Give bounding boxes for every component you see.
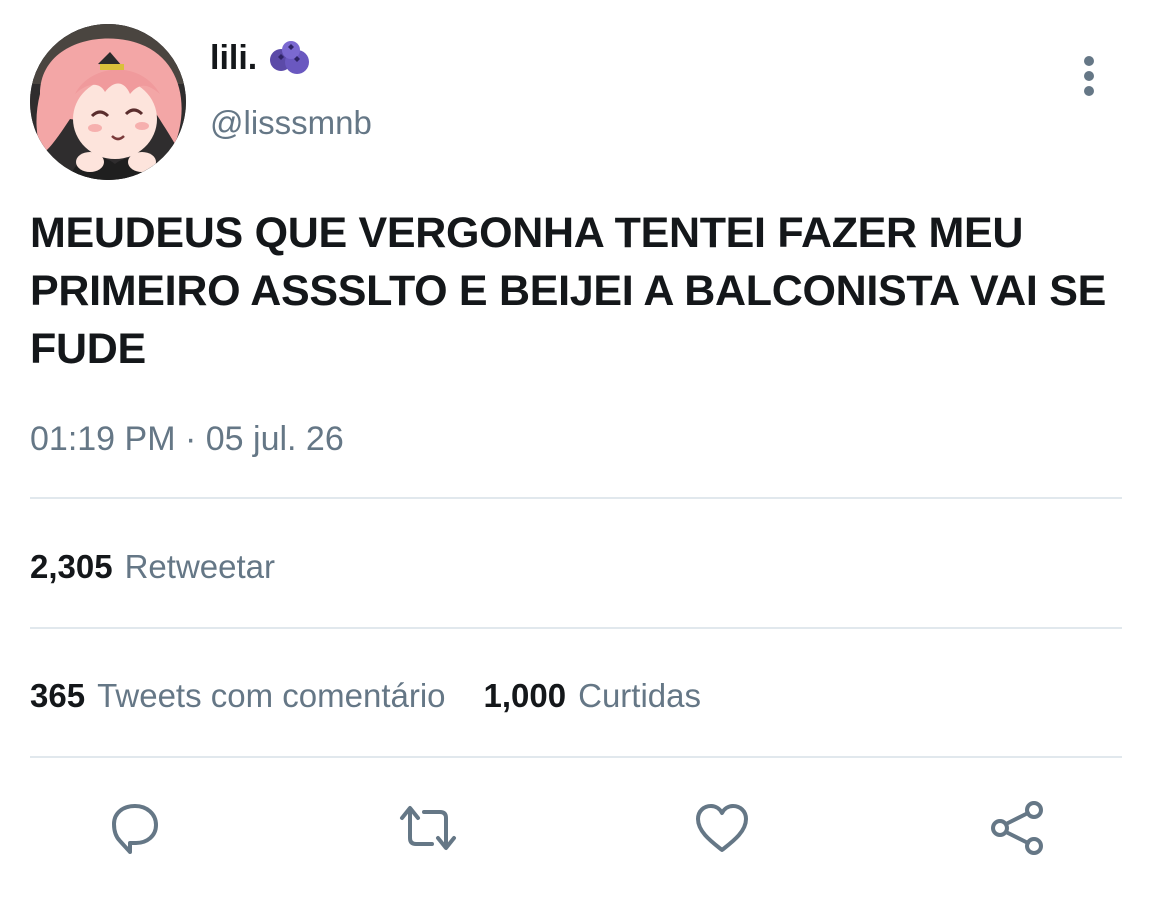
retweet-count: 2,305 — [30, 548, 113, 585]
divider — [30, 756, 1122, 758]
like-button[interactable] — [690, 796, 754, 860]
like-icon — [696, 804, 748, 852]
divider — [30, 627, 1122, 629]
dot-icon — [1084, 86, 1094, 96]
user-handle[interactable]: @lisssmnb — [210, 104, 372, 142]
dot-icon — [1084, 71, 1094, 81]
retweet-count-link[interactable]: 2,305 Retweetar — [30, 548, 275, 586]
quote-count: 365 — [30, 677, 86, 714]
retweet-icon — [400, 806, 456, 850]
like-count: 1,000 — [483, 677, 567, 714]
divider — [30, 497, 1122, 499]
display-name-text: lili. — [210, 38, 258, 77]
retweet-button[interactable] — [396, 796, 460, 860]
blueberries-emoji-icon — [267, 38, 313, 78]
dot-icon — [1084, 56, 1094, 66]
tweet-text: MEUDEUS QUE VERGONHA TENTEI FAZER MEU PR… — [30, 209, 1106, 373]
retweet-stats-row: 2,305 Retweetar — [30, 548, 275, 586]
retweet-label: Retweetar — [124, 548, 275, 585]
reply-icon — [112, 804, 158, 854]
reply-button[interactable] — [102, 796, 166, 860]
avatar[interactable] — [30, 24, 186, 180]
share-button[interactable] — [986, 796, 1050, 860]
quote-label: Tweets com comentário — [97, 677, 446, 714]
engagement-stats-row: 365 Tweets com comentário 1,000 Curtidas — [30, 677, 701, 715]
tweet-timestamp[interactable]: 01:19 PM · 05 jul. 26 — [30, 420, 344, 459]
like-count-link[interactable]: 1,000 Curtidas — [484, 677, 701, 715]
quote-count-link[interactable]: 365 Tweets com comentário — [30, 677, 446, 715]
anime-girl-avatar — [30, 24, 186, 180]
share-icon — [991, 801, 1043, 855]
more-options-button[interactable] — [1070, 54, 1108, 98]
user-display-name[interactable]: lili. — [210, 38, 313, 78]
like-label: Curtidas — [578, 677, 702, 714]
